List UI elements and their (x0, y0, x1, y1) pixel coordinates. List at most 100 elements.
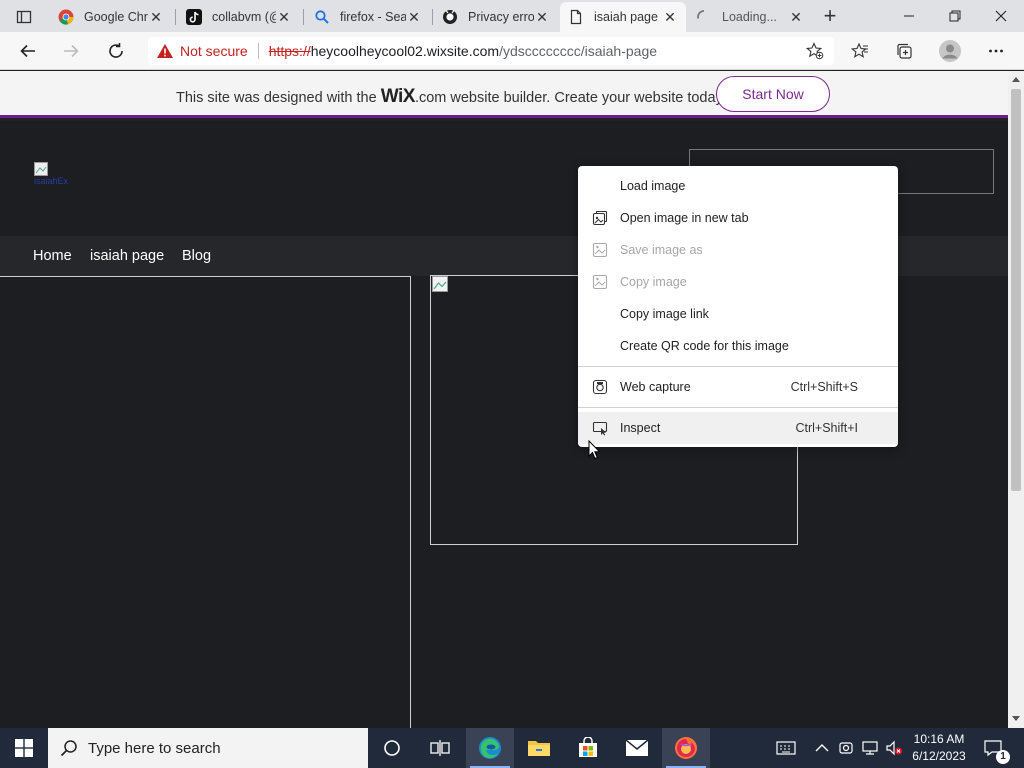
tab-collabvm[interactable]: collabvm (@ ✕ (178, 2, 300, 32)
close-tab-icon[interactable]: ✕ (662, 9, 678, 25)
site-logo-alt: isaiahEx (34, 176, 69, 186)
chevron-up-icon[interactable] (812, 738, 832, 758)
content-panel (0, 276, 411, 728)
vertical-scrollbar[interactable] (1008, 71, 1024, 728)
menu-item-shortcut: Ctrl+Shift+S (790, 380, 858, 394)
search-icon (60, 740, 77, 757)
taskbar-file-explorer[interactable] (515, 728, 563, 768)
tab-loading[interactable]: Loading... ✕ (688, 2, 812, 32)
start-button[interactable] (0, 728, 48, 768)
forward-button[interactable] (58, 38, 84, 64)
favorites-button[interactable] (847, 38, 873, 64)
tab-firefox-search[interactable]: firefox - Sea ✕ (306, 2, 430, 32)
taskbar-search[interactable]: Type here to search (48, 728, 368, 768)
taskbar-clock[interactable]: 10:16 AM 6/12/2023 (906, 731, 972, 765)
close-icon (995, 10, 1007, 22)
tab-isaiah-page[interactable]: isaiah page ✕ (560, 2, 686, 32)
taskbar-edge[interactable] (466, 728, 514, 768)
url-host: heycoolheycool02.wixsite.com (310, 43, 500, 59)
menu-item-label: Copy image (620, 275, 687, 289)
menu-item-inspect[interactable]: Inspect Ctrl+Shift+I (578, 412, 898, 444)
back-button[interactable] (15, 38, 41, 64)
menu-item-create-qr-code[interactable]: Create QR code for this image (578, 330, 898, 362)
taskbar-search-placeholder: Type here to search (88, 739, 221, 757)
menu-item-shortcut: Ctrl+Shift+I (795, 421, 858, 435)
menu-item-label: Web capture (620, 380, 691, 394)
folder-icon (528, 741, 550, 756)
address-divider (257, 43, 259, 59)
close-tab-icon[interactable]: ✕ (148, 9, 164, 25)
tab-privacy-error[interactable]: Privacy erro ✕ (434, 2, 558, 32)
copy-image-icon (592, 274, 608, 290)
camera-tray-icon[interactable] (836, 738, 856, 758)
refresh-button[interactable] (103, 38, 129, 64)
close-window-button[interactable] (978, 0, 1024, 32)
broken-image-icon (432, 276, 448, 292)
nav-item-blog[interactable]: Blog (182, 248, 211, 264)
address-bar[interactable]: Not secure https:// heycoolheycool02.wix… (148, 37, 834, 65)
mail-icon (625, 739, 649, 756)
task-view-button[interactable] (416, 728, 464, 768)
menu-item-label: Load image (620, 179, 686, 193)
edge-icon (479, 737, 501, 759)
close-tab-icon[interactable]: ✕ (788, 9, 804, 25)
context-menu: Load image Open image in new tab Save im… (578, 166, 898, 447)
new-tab-button[interactable]: + (818, 3, 842, 28)
network-icon[interactable] (860, 738, 880, 758)
taskbar-firefox[interactable] (662, 728, 710, 768)
minimize-icon (904, 15, 914, 17)
tab-strip: Google Chr ✕ collabvm (@ ✕ firefox - Sea… (0, 0, 1024, 32)
taskbar-mail[interactable] (613, 728, 661, 768)
nav-item-isaiah-page[interactable]: isaiah page (90, 248, 164, 264)
profile-button[interactable] (937, 38, 963, 64)
forward-arrow-icon (64, 44, 79, 58)
tab-title: firefox - Sea (340, 10, 406, 24)
settings-menu-button[interactable] (983, 38, 1009, 64)
windows-logo-icon (15, 739, 33, 757)
close-tab-icon[interactable]: ✕ (406, 9, 422, 25)
wix-logo[interactable]: WiX (381, 86, 416, 107)
back-arrow-icon (20, 44, 35, 58)
menu-item-open-image-new-tab[interactable]: Open image in new tab (578, 202, 898, 234)
tab-title: collabvm (@ (212, 10, 276, 24)
menu-item-save-image-as[interactable]: Save image as (578, 234, 898, 266)
tab-divider (432, 9, 433, 25)
scroll-down-icon[interactable] (1012, 716, 1020, 721)
cortana-icon (384, 740, 400, 756)
menu-item-copy-image[interactable]: Copy image (578, 266, 898, 298)
menu-item-load-image[interactable]: Load image (578, 170, 898, 202)
url-scheme: https:// (268, 43, 311, 59)
cortana-button[interactable] (368, 728, 416, 768)
menu-item-web-capture[interactable]: Web capture Ctrl+Shift+S (578, 371, 898, 403)
menu-divider (578, 366, 898, 367)
taskbar-store[interactable] (564, 728, 612, 768)
notification-badge: 1 (996, 750, 1010, 764)
scrollbar-thumb[interactable] (1011, 89, 1021, 491)
not-secure-label[interactable]: Not secure (180, 43, 248, 59)
close-tab-icon[interactable]: ✕ (276, 9, 292, 25)
tiktok-icon (186, 9, 202, 25)
volume-muted-icon[interactable] (884, 738, 904, 758)
collections-icon (897, 43, 912, 59)
plus-icon: + (823, 3, 837, 28)
menu-item-copy-image-link[interactable]: Copy image link (578, 298, 898, 330)
close-tab-icon[interactable]: ✕ (534, 9, 550, 25)
start-now-button[interactable]: Start Now (716, 76, 830, 112)
scroll-up-icon[interactable] (1012, 77, 1020, 82)
tab-actions-button[interactable] (8, 6, 40, 28)
add-favorite-icon[interactable] (805, 42, 824, 63)
firefox-icon (675, 737, 697, 759)
site-logo[interactable]: isaiahEx (34, 162, 74, 188)
warning-icon[interactable] (156, 43, 174, 59)
touch-keyboard-icon[interactable] (776, 738, 796, 758)
tab-title: Loading... (722, 10, 777, 24)
tab-google-chrome[interactable]: Google Chr ✕ (50, 2, 172, 32)
inspect-icon (592, 421, 608, 436)
tab-title: isaiah page (594, 10, 658, 24)
minimize-button[interactable] (886, 0, 932, 32)
restore-button[interactable] (932, 0, 978, 32)
clock-time: 10:16 AM (913, 732, 965, 746)
task-view-icon (430, 740, 450, 756)
collections-button[interactable] (891, 38, 917, 64)
nav-item-home[interactable]: Home (33, 248, 72, 264)
